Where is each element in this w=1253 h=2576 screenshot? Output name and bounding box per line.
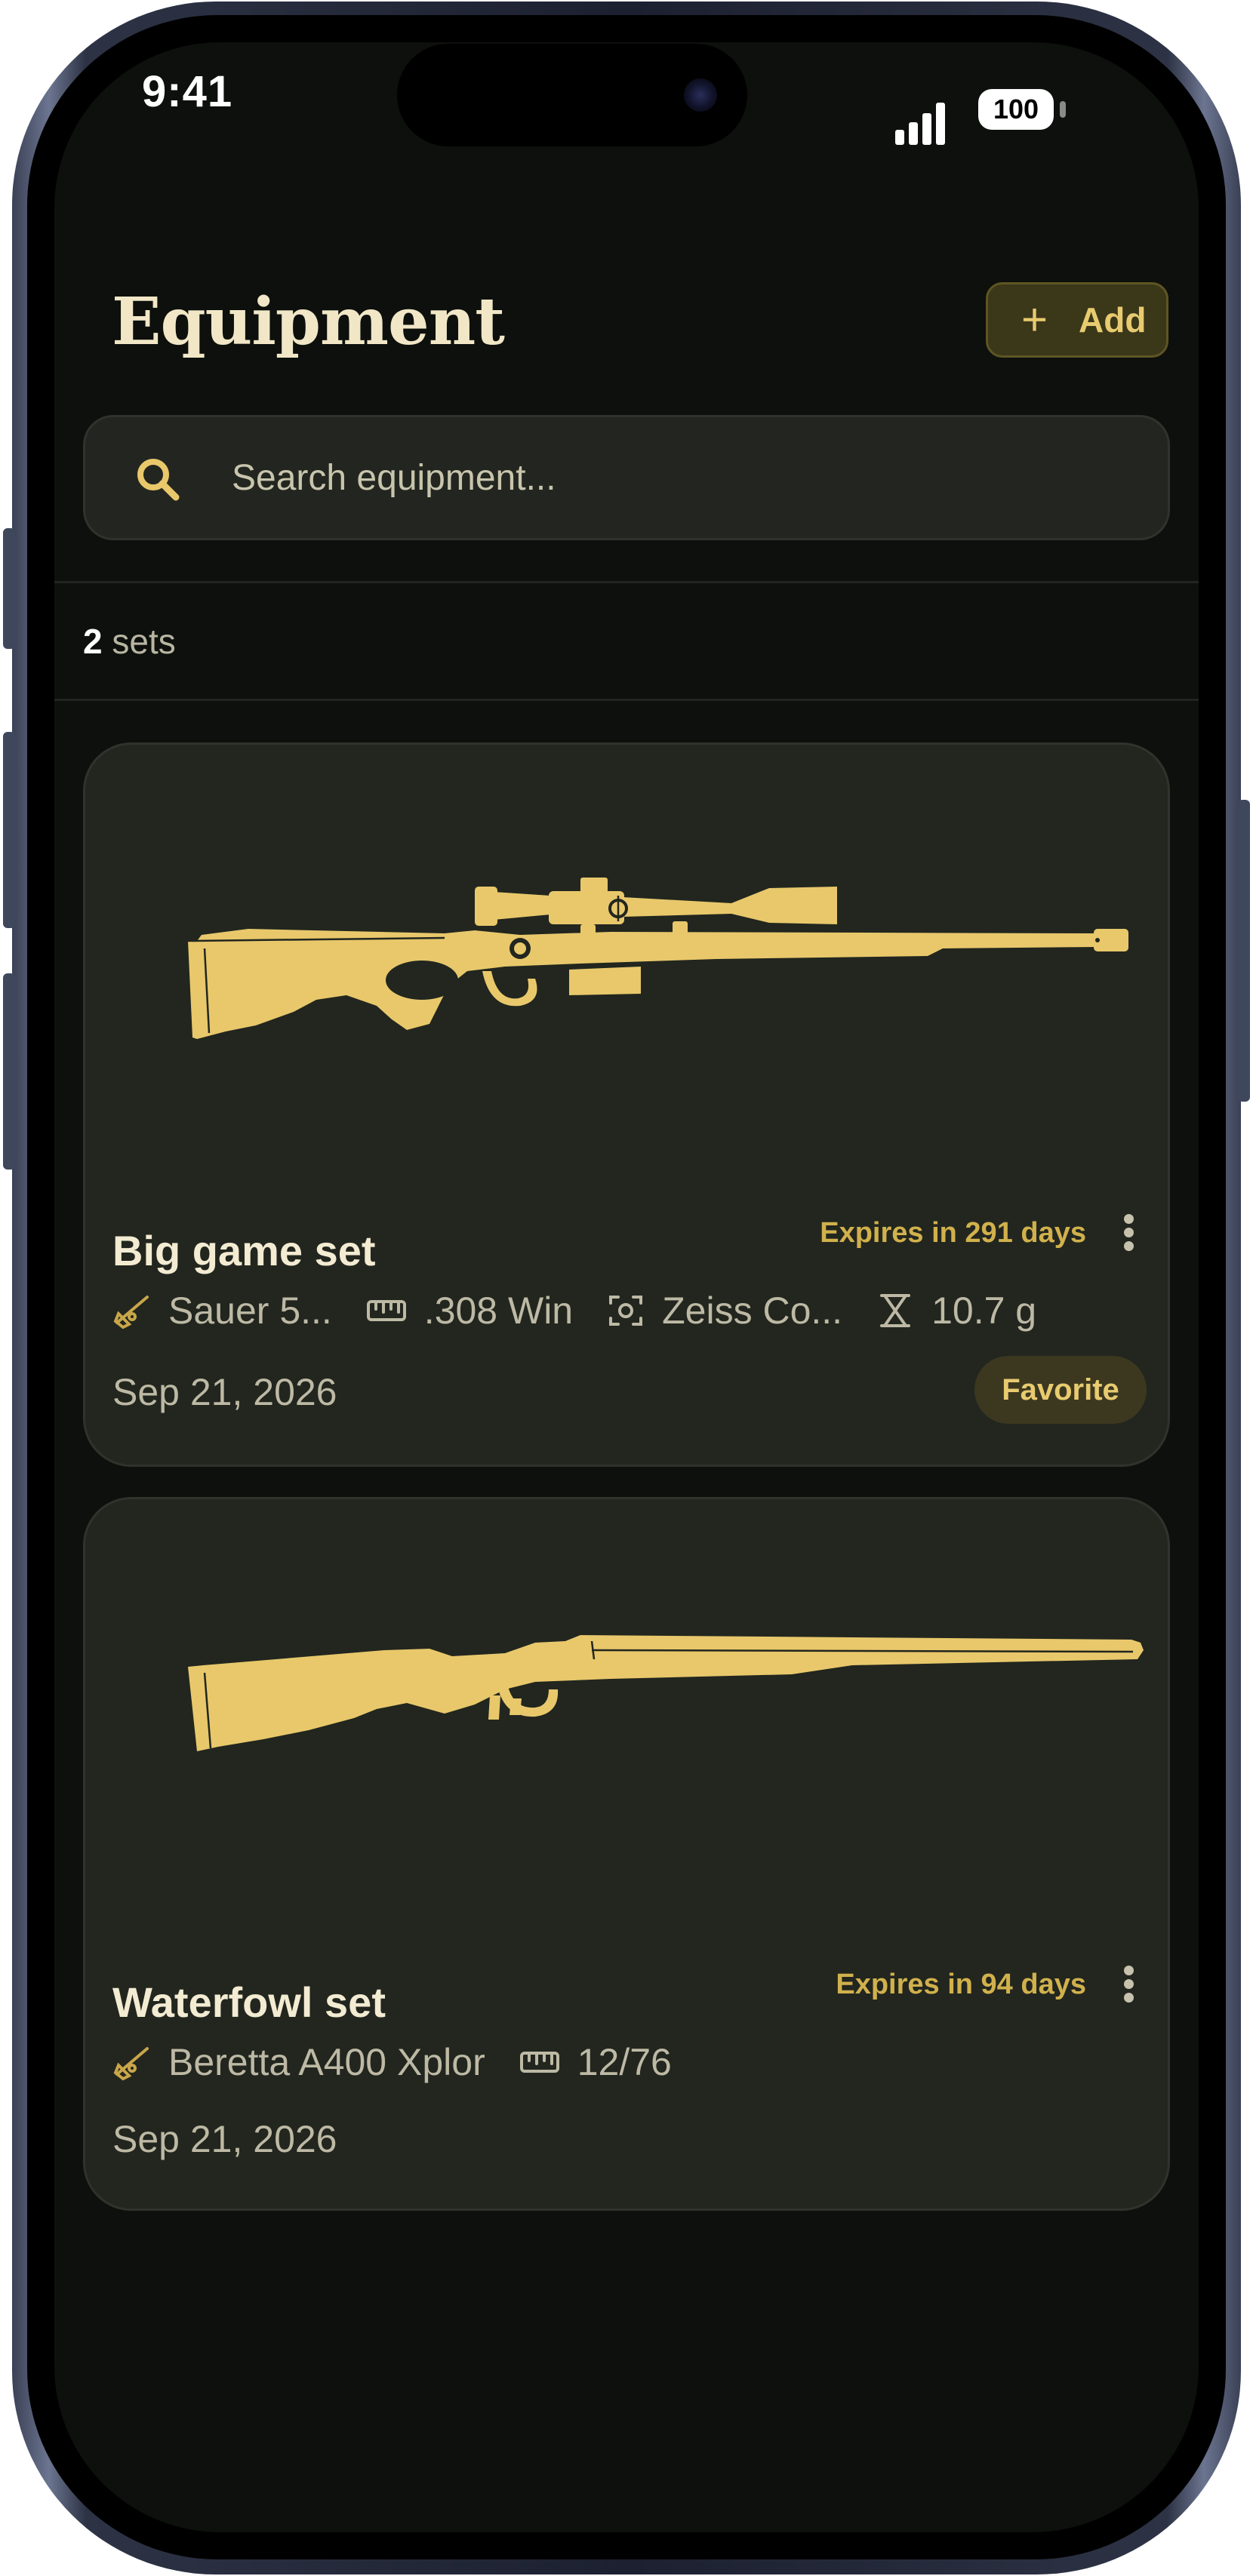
equipment-name: Waterfowl set xyxy=(112,1978,386,2026)
page-title: Equipment xyxy=(112,284,505,360)
status-time: 9:41 xyxy=(142,67,233,116)
volume-up-button xyxy=(3,732,15,928)
ammo-icon xyxy=(880,1294,911,1327)
spec-caliber-text: 12/76 xyxy=(577,2041,672,2083)
rifle-image xyxy=(187,878,1128,1039)
spec-optic: Zeiss Co... xyxy=(606,1289,842,1333)
search-icon xyxy=(137,459,180,501)
spec-optic-text: Zeiss Co... xyxy=(662,1290,843,1332)
ruler-icon xyxy=(519,2052,559,2073)
divider xyxy=(54,581,1199,583)
rifle-icon xyxy=(113,2047,149,2081)
results-count-number: 2 xyxy=(83,622,103,661)
expiry-label: Expires in 94 days xyxy=(836,1969,1086,2000)
add-button-label: Add xyxy=(1079,300,1147,340)
spec-row: Beretta A400 Xplor 12/76 xyxy=(112,2038,705,2086)
more-options-icon[interactable] xyxy=(1124,1214,1134,1252)
volume-down-button xyxy=(3,973,15,1170)
equipment-name: Big game set xyxy=(112,1227,376,1274)
plus-icon: + xyxy=(1021,294,1048,345)
search-input[interactable] xyxy=(232,440,1122,515)
cellular-signal-icon xyxy=(895,103,945,145)
equipment-card[interactable]: Big game set Expires in 291 days Sauer 5… xyxy=(83,742,1170,1467)
power-button xyxy=(1238,800,1250,1102)
spec-weight-text: 10.7 g xyxy=(931,1290,1037,1332)
spec-weapon: Beretta A400 Xplor xyxy=(112,2040,485,2084)
scope-icon xyxy=(609,1296,643,1326)
spec-row: Sauer 5... .308 Win Zeiss Co... 10.7 g xyxy=(112,1286,1070,1335)
spec-weight: 10.7 g xyxy=(876,1289,1036,1333)
front-camera xyxy=(684,78,717,112)
spec-weapon-text: Beretta A400 Xplor xyxy=(168,2041,485,2083)
rifle-icon xyxy=(113,1296,149,1329)
equipment-date: Sep 21, 2026 xyxy=(112,1371,337,1413)
favorite-badge[interactable]: Favorite xyxy=(974,1356,1147,1424)
expiry-label: Expires in 291 days xyxy=(820,1217,1086,1249)
more-options-icon[interactable] xyxy=(1124,1966,1134,2003)
spec-caliber: .308 Win xyxy=(365,1289,573,1333)
battery-indicator: 100 xyxy=(978,89,1054,130)
ruler-icon xyxy=(366,1300,406,1321)
search-bar[interactable] xyxy=(83,415,1170,540)
equipment-card[interactable]: Waterfowl set Expires in 94 days Beretta… xyxy=(83,1497,1170,2211)
shotgun-image xyxy=(188,1635,1144,1751)
dynamic-island xyxy=(397,44,747,146)
spec-caliber: 12/76 xyxy=(519,2040,672,2084)
spec-weapon-text: Sauer 5... xyxy=(168,1290,332,1332)
battery-cap xyxy=(1060,101,1066,118)
add-button[interactable]: + Add xyxy=(986,282,1168,358)
results-count: 2 sets xyxy=(83,613,176,670)
equipment-date: Sep 21, 2026 xyxy=(112,2118,337,2160)
divider xyxy=(54,699,1199,701)
results-count-unit: sets xyxy=(112,622,176,661)
spec-weapon: Sauer 5... xyxy=(112,1289,332,1333)
action-button xyxy=(3,528,15,649)
spec-caliber-text: .308 Win xyxy=(423,1290,574,1332)
